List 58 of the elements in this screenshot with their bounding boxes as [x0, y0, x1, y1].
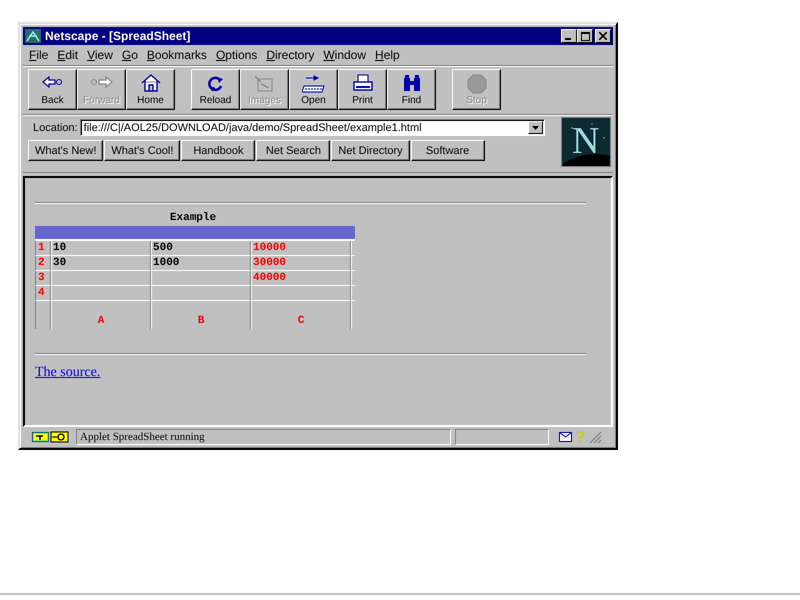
dropdown-button[interactable]	[528, 121, 543, 134]
column-label: C	[250, 301, 350, 329]
table-cell[interactable]	[150, 286, 250, 301]
resize-grip-icon[interactable]	[588, 430, 602, 444]
app-icon	[25, 29, 41, 43]
toolbar-button[interactable]: Reload	[191, 69, 240, 110]
location-label: Location:	[33, 122, 78, 134]
menu-item[interactable]: Directory	[263, 48, 320, 62]
row-header: 3	[35, 271, 50, 286]
toolbar-button[interactable]: Back	[28, 69, 77, 110]
sheet-title: Example	[168, 212, 218, 224]
toolbar-button[interactable]: Find	[387, 69, 436, 110]
window-title: Netscape - [SpreadSheet]	[45, 29, 192, 43]
menu-item[interactable]: View	[84, 48, 119, 62]
octagon-icon	[464, 74, 488, 94]
table-cell[interactable]	[150, 271, 250, 286]
folder-arrow-icon	[302, 74, 326, 94]
caret-icon	[532, 126, 539, 130]
row-header: 1	[35, 241, 50, 256]
menu-item[interactable]: Bookmarks	[144, 48, 213, 62]
row-header: 4	[35, 286, 50, 301]
menu-item[interactable]: Options	[212, 48, 264, 62]
table-cell[interactable]	[50, 271, 150, 286]
directory-button[interactable]: What's Cool!	[104, 140, 180, 161]
menu-item[interactable]: Window	[320, 48, 372, 62]
toolbar-button[interactable]: Home	[126, 69, 175, 110]
table-cell[interactable]: 10	[50, 241, 150, 256]
column-label: A	[50, 301, 150, 329]
source-link[interactable]: The source.	[35, 365, 100, 381]
envelope-icon[interactable]	[559, 432, 572, 442]
menu-item[interactable]: Go	[118, 48, 144, 62]
table-cell[interactable]	[250, 286, 350, 301]
directory-button[interactable]: Net Directory	[331, 140, 410, 161]
minimize-button[interactable]	[561, 29, 577, 43]
row-header: 2	[35, 256, 50, 271]
table-cell[interactable]: 500	[150, 241, 250, 256]
maximize-button[interactable]	[577, 29, 593, 43]
toolbar-button[interactable]: Print	[338, 69, 387, 110]
netscape-logo[interactable]: N	[561, 117, 611, 167]
close-button[interactable]	[595, 29, 611, 43]
table-cell[interactable]: 30	[50, 256, 150, 271]
maximize-icon	[580, 32, 590, 40]
status-text: Applet SpreadSheet running	[76, 428, 451, 444]
printer-icon	[350, 74, 374, 94]
directory-button[interactable]: Software	[410, 140, 485, 161]
security-key-icon	[31, 430, 69, 442]
directory-button[interactable]: Net Search	[256, 140, 330, 161]
table-cell[interactable]	[50, 286, 150, 301]
menu-item[interactable]: Help	[372, 48, 406, 62]
location-field[interactable]: file:///C|/AOL25/DOWNLOAD/java/demo/SpreadSheet/example1.html	[80, 119, 545, 136]
close-icon	[599, 32, 607, 40]
toolbar-button[interactable]: Open	[289, 69, 338, 110]
directory-button[interactable]: What's New!	[28, 140, 104, 161]
column-label: B	[150, 301, 250, 329]
menu-item[interactable]: File	[26, 48, 54, 62]
directory-button[interactable]: Handbook	[181, 140, 256, 161]
table-cell[interactable]: 1000	[150, 256, 250, 271]
menu-item[interactable]: Edit	[54, 48, 84, 62]
